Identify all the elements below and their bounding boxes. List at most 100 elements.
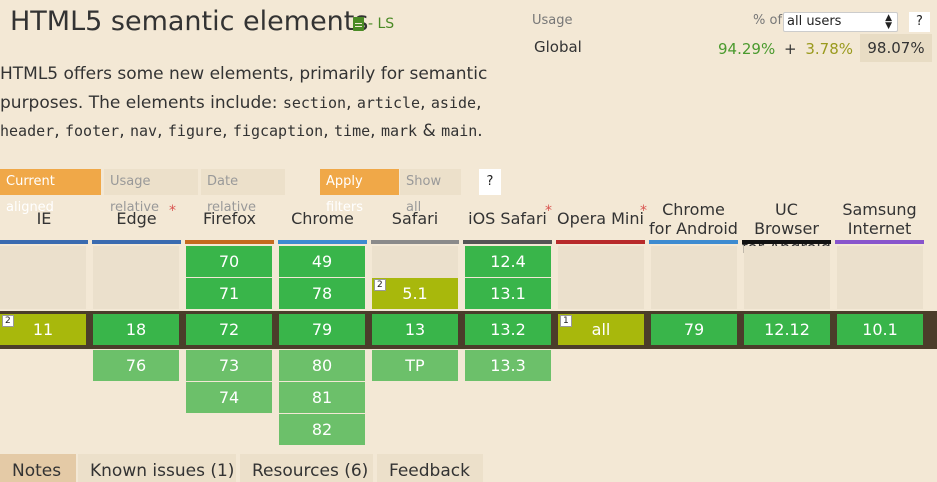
version-cell[interactable]: 12.12 [744, 314, 830, 345]
browser-name: Chrome [291, 209, 354, 228]
version-cell[interactable]: TP [372, 350, 458, 381]
browser-header-ios-safari[interactable]: iOS Safari * [463, 198, 552, 244]
description-text: . [477, 121, 483, 141]
version-cell[interactable]: 81 [279, 382, 365, 413]
tab-notes[interactable]: Notes [0, 454, 76, 482]
version-cell[interactable]: 70 [186, 246, 272, 277]
version-cell[interactable]: 79 [651, 314, 737, 345]
usage-label: Usage [532, 13, 573, 28]
browser-header-safari[interactable]: Safari [371, 198, 459, 244]
version-cell[interactable]: 78 [279, 278, 365, 309]
empty-cell [0, 246, 86, 309]
description-text: , [54, 121, 65, 141]
version-cell[interactable]: 72 [186, 314, 272, 345]
browser-name: Samsung Internet [842, 200, 917, 238]
current-aligned-button[interactable]: Current aligned [0, 169, 101, 215]
version-cell[interactable]: 49 [279, 246, 365, 277]
version-cell[interactable]: 12.4 [465, 246, 551, 277]
asterisk-icon: * [640, 203, 647, 219]
version-cell[interactable]: 79 [279, 314, 365, 345]
filters-help-button[interactable]: ? [479, 169, 501, 195]
browser-header-chrome-for-android[interactable]: Chrome for Android [649, 198, 738, 244]
users-select-value: all users [787, 14, 842, 29]
region-label: Global [534, 38, 582, 56]
version-cell[interactable]: 74 [186, 382, 272, 413]
users-select[interactable]: all users ▲ ▼ [783, 12, 898, 32]
version-cell[interactable]: 13.3 [465, 350, 551, 381]
partial-support-pct: 3.78% [805, 40, 853, 58]
spec-status[interactable]: - LS [353, 16, 394, 32]
version-cell[interactable]: 13.2 [465, 314, 551, 345]
browser-color-bar [556, 240, 645, 244]
browser-header-uc-browser-for-android[interactable]: UC Browser for Android [742, 198, 831, 257]
full-support-pct: 94.29% [718, 40, 776, 58]
tab-feedback[interactable]: Feedback [377, 454, 483, 482]
description-text: , [323, 121, 335, 141]
code-token: figure [167, 122, 223, 140]
description-text: , [157, 121, 168, 141]
browser-header-samsung-internet[interactable]: Samsung Internet [835, 198, 924, 244]
browser-name: Opera Mini [557, 209, 644, 228]
browser-color-bar [835, 240, 924, 244]
feature-description: HTML5 offers some new elements, primaril… [0, 60, 520, 146]
browser-name: Chrome for Android [649, 200, 738, 238]
description-text: , [346, 92, 357, 113]
usage-help-button[interactable]: ? [909, 12, 930, 32]
description-text: , [370, 121, 381, 141]
percent-of-label: % of [753, 13, 783, 28]
note-marker: 2 [2, 315, 14, 327]
empty-cell [93, 246, 179, 309]
version-cell[interactable]: 5.1 2 [372, 278, 458, 309]
browser-header-opera-mini[interactable]: Opera Mini * [556, 198, 647, 244]
tab-known-issues[interactable]: Known issues (1) [78, 454, 236, 482]
browser-name: IE [36, 209, 52, 228]
version-cell[interactable]: 13 [372, 314, 458, 345]
browser-header-firefox[interactable]: Firefox [185, 198, 274, 244]
code-token: nav [130, 122, 158, 140]
tab-resources[interactable]: Resources (6) [240, 454, 373, 482]
description-text: , [476, 92, 482, 113]
usage-relative-button[interactable]: Usage relative [104, 169, 198, 215]
code-token: section [282, 93, 347, 112]
version-cell[interactable]: 10.1 [837, 314, 923, 345]
code-token: aside [430, 93, 477, 112]
empty-cell [558, 246, 644, 309]
code-token: figcaption [232, 122, 324, 140]
browser-name: Firefox [203, 209, 256, 228]
empty-cell [837, 246, 923, 309]
version-cell[interactable]: 13.1 [465, 278, 551, 309]
note-marker: 2 [374, 279, 386, 291]
empty-cell [744, 246, 830, 309]
apply-filters-button[interactable]: Apply filters [320, 169, 399, 215]
browser-color-bar [92, 240, 181, 244]
browser-header-ie[interactable]: IE [0, 198, 88, 244]
plus-sign: + [783, 40, 797, 58]
code-token: article [356, 93, 421, 112]
code-token: time [334, 122, 371, 140]
browser-name: Safari [391, 209, 439, 228]
version-cell[interactable]: all 1 [558, 314, 644, 345]
description-text: & [417, 121, 442, 141]
browser-color-bar [649, 240, 738, 244]
date-relative-button[interactable]: Date relative [201, 169, 285, 215]
version-cell[interactable]: 76 [93, 350, 179, 381]
version-cell[interactable]: 11 2 [0, 314, 86, 345]
usage-stats: 94.29% + 3.78% = [718, 40, 878, 58]
version-cell[interactable]: 73 [186, 350, 272, 381]
browser-name: iOS Safari [468, 209, 547, 228]
browser-name: Edge [116, 209, 157, 228]
info-tabs: Notes Known issues (1) Resources (6) Fee… [0, 454, 937, 482]
show-all-button[interactable]: Show all [400, 169, 461, 215]
browser-header-chrome[interactable]: Chrome [278, 198, 367, 244]
document-icon [353, 17, 364, 31]
version-cell[interactable]: 71 [186, 278, 272, 309]
asterisk-icon: * [545, 203, 552, 219]
total-support-pct: 98.07% [860, 34, 932, 62]
browser-color-bar [185, 240, 274, 244]
version-cell[interactable]: 82 [279, 414, 365, 445]
browser-header-edge[interactable]: Edge * [92, 198, 181, 244]
browser-color-bar [278, 240, 367, 244]
version-cell[interactable]: 18 [93, 314, 179, 345]
version-cell[interactable]: 80 [279, 350, 365, 381]
code-token: mark [380, 122, 418, 140]
